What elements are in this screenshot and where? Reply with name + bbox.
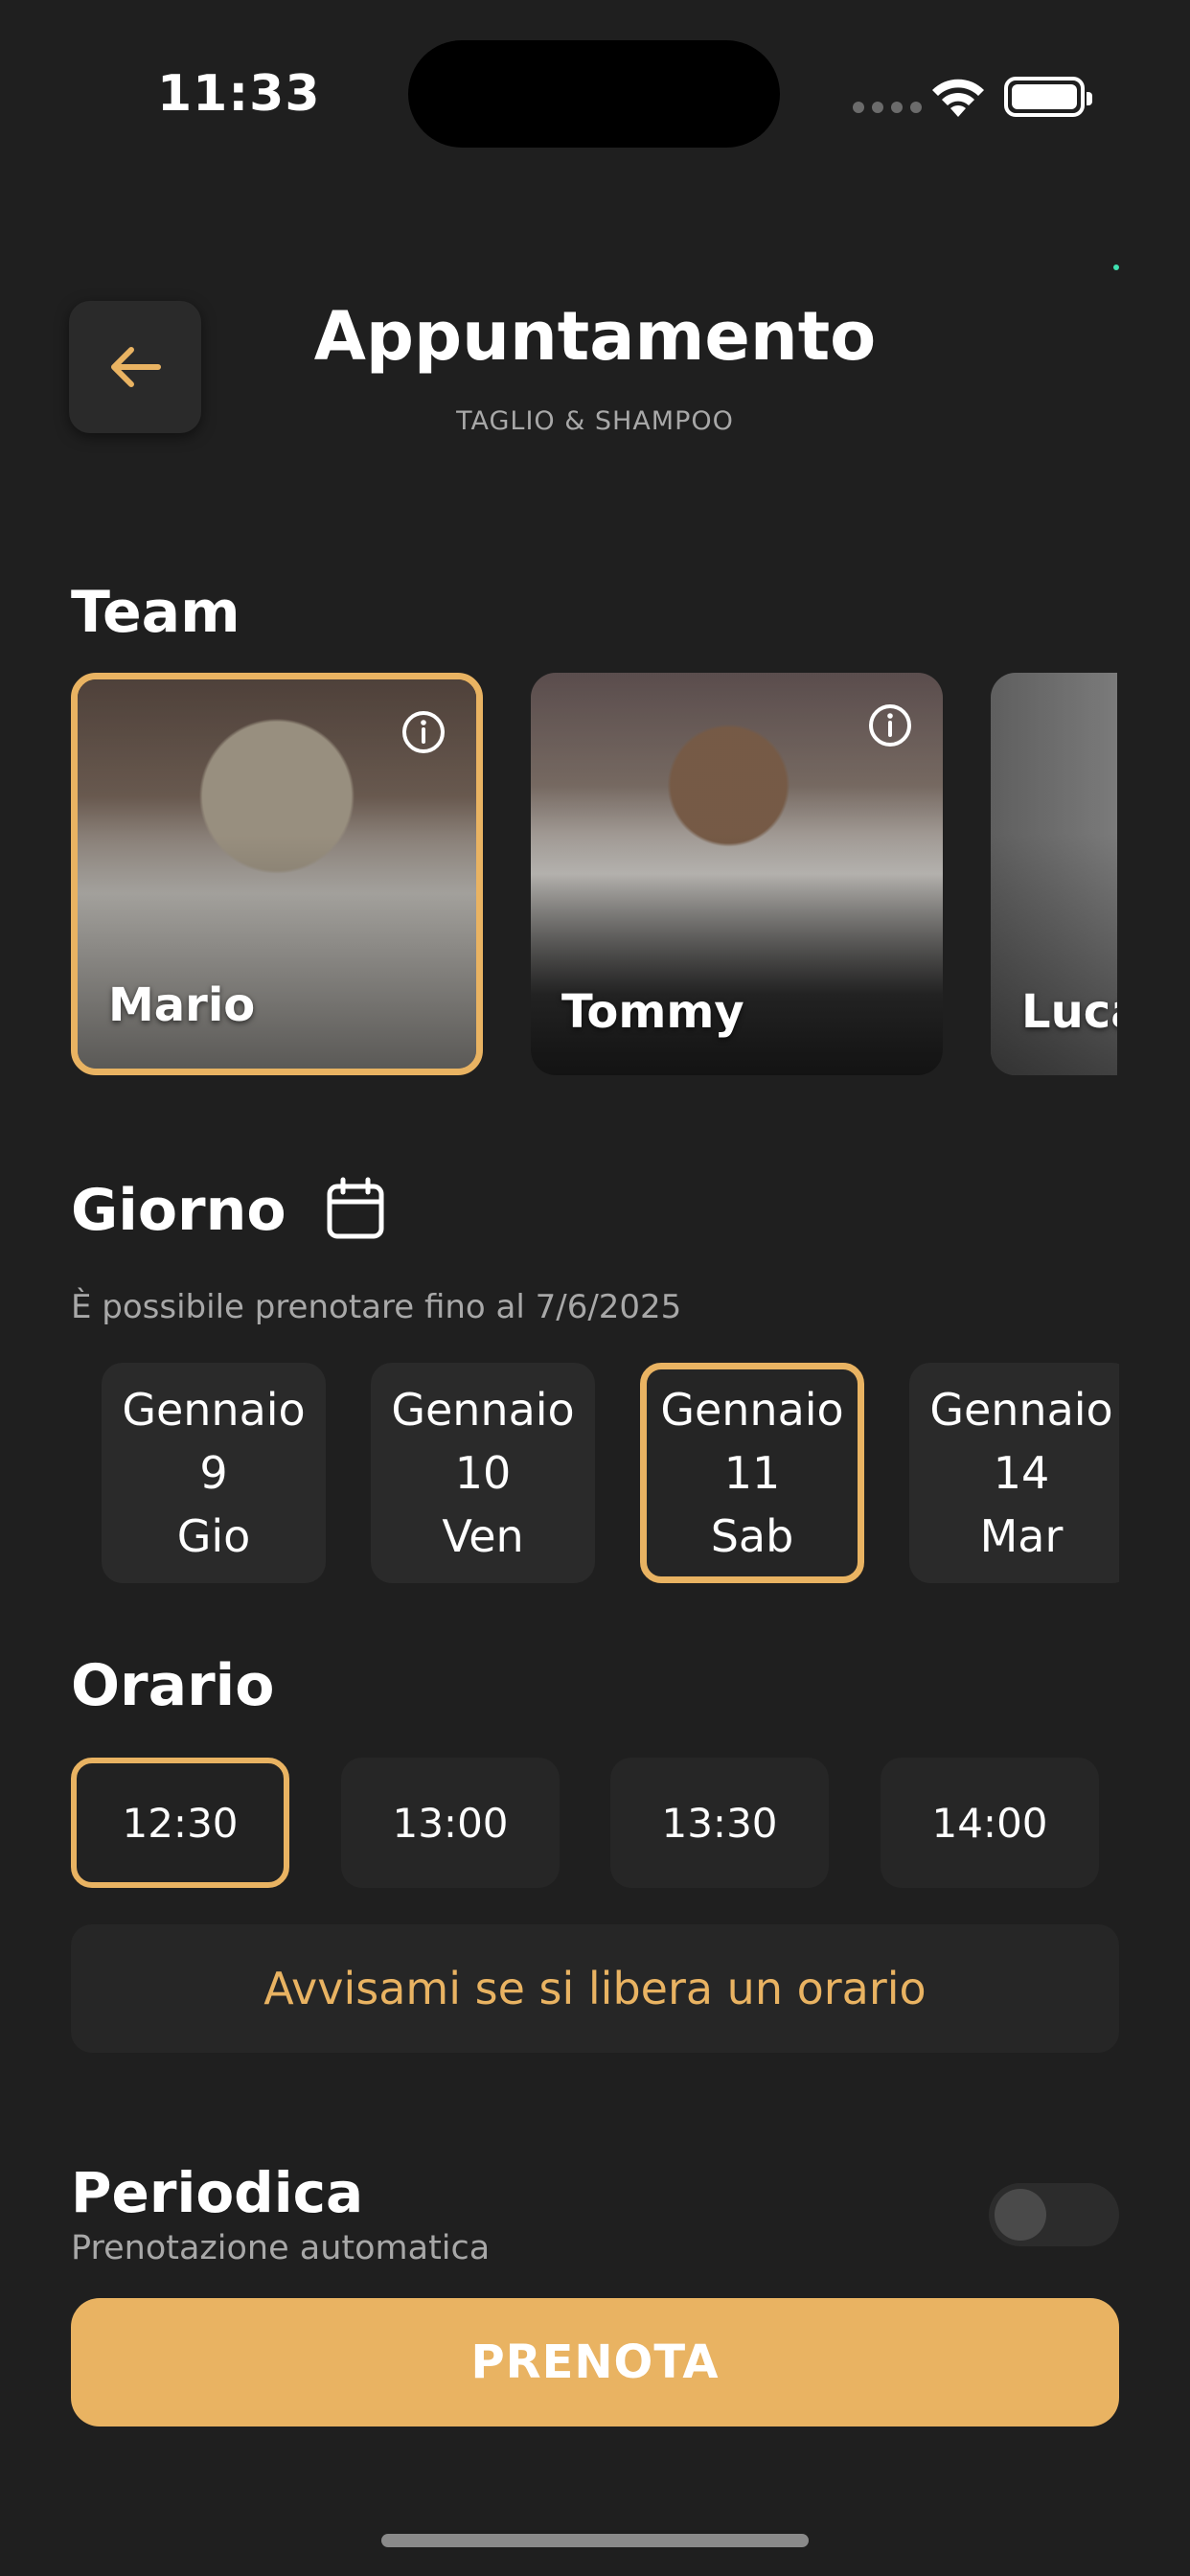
- team-member-name: Tommy: [561, 985, 744, 1039]
- day-date: 11: [723, 1447, 781, 1499]
- battery-icon: [1004, 77, 1092, 117]
- day-option[interactable]: Gennaio 9 Gio: [102, 1363, 326, 1583]
- day-option[interactable]: Gennaio 10 Ven: [371, 1363, 595, 1583]
- team-member-name: Mario: [108, 978, 256, 1032]
- wifi-icon: [932, 79, 984, 117]
- day-month: Gennaio: [660, 1384, 844, 1436]
- day-month: Gennaio: [929, 1384, 1113, 1436]
- day-date: 10: [454, 1447, 512, 1499]
- book-button[interactable]: PRENOTA: [71, 2298, 1119, 2426]
- notify-free-slot-button[interactable]: Avvisami se si libera un orario: [71, 1924, 1119, 2053]
- time-slot[interactable]: 13:30: [610, 1758, 829, 1888]
- day-option-selected[interactable]: Gennaio 11 Sab: [640, 1363, 864, 1583]
- info-icon[interactable]: [401, 710, 446, 754]
- info-icon[interactable]: [868, 703, 912, 748]
- periodic-subtitle: Prenotazione automatica: [71, 2229, 491, 2267]
- home-indicator[interactable]: [381, 2534, 809, 2547]
- day-carousel[interactable]: Gennaio 9 Gio Gennaio 10 Ven Gennaio 11 …: [71, 1363, 1119, 1583]
- booking-limit-note: È possibile prenotare fino al 7/6/2025: [71, 1288, 682, 1326]
- calendar-icon[interactable]: [326, 1177, 385, 1240]
- day-month: Gennaio: [122, 1384, 306, 1436]
- time-slots: 12:30 13:00 13:30 14:00: [71, 1758, 1119, 1888]
- toggle-knob: [995, 2189, 1046, 2241]
- day-date: 9: [199, 1447, 228, 1499]
- periodic-title: Periodica: [71, 2160, 364, 2225]
- team-section-title: Team: [71, 579, 240, 646]
- day-date: 14: [993, 1447, 1050, 1499]
- day-option[interactable]: Gennaio 14 Mar: [909, 1363, 1119, 1583]
- team-member-tommy[interactable]: Tommy: [531, 673, 943, 1075]
- time-slot[interactable]: 14:00: [881, 1758, 1099, 1888]
- cellular-signal-icon: [853, 102, 922, 113]
- team-member-luca[interactable]: Luca: [991, 673, 1117, 1075]
- status-time: 11:33: [157, 65, 321, 123]
- day-section-title: Giorno: [71, 1177, 286, 1244]
- service-subtitle: TAGLIO & SHAMPOO: [456, 406, 734, 436]
- page-title: Appuntamento: [313, 297, 877, 376]
- time-slot[interactable]: 13:00: [341, 1758, 560, 1888]
- time-section-title: Orario: [71, 1652, 275, 1719]
- time-slot-selected[interactable]: 12:30: [71, 1758, 289, 1888]
- team-member-mario[interactable]: Mario: [71, 673, 483, 1075]
- team-carousel[interactable]: Mario Tommy Luca: [71, 673, 1117, 1075]
- day-month: Gennaio: [391, 1384, 575, 1436]
- day-weekday: Gio: [176, 1510, 251, 1562]
- indicator-dot: [1113, 264, 1119, 270]
- day-weekday: Sab: [710, 1510, 794, 1562]
- dynamic-island: [408, 40, 780, 148]
- day-weekday: Mar: [979, 1510, 1064, 1562]
- team-member-name: Luca: [1021, 985, 1117, 1039]
- day-weekday: Ven: [442, 1510, 524, 1562]
